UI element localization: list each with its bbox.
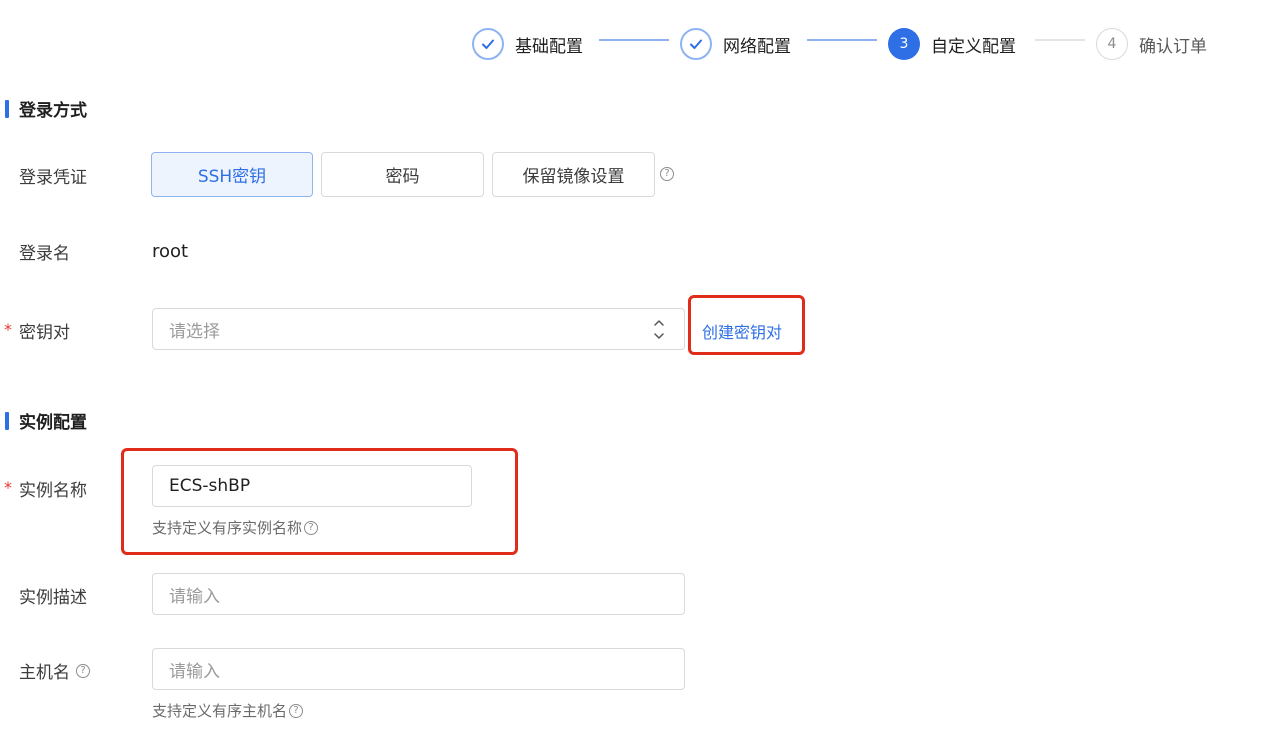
hostname-input[interactable]: 请输入 [152, 648, 685, 690]
section-accent-bar [5, 99, 9, 118]
section-accent-bar [5, 411, 9, 430]
step-connector [599, 39, 669, 41]
step-label: 基础配置 [515, 36, 583, 57]
step-label: 确认订单 [1139, 36, 1207, 57]
section-title: 登录方式 [19, 101, 87, 121]
step-number: 4 [1096, 28, 1128, 60]
step-connector [1035, 39, 1085, 41]
credential-option-ssh-key[interactable]: SSH密钥 [151, 152, 313, 197]
keypair-placeholder: 请选择 [169, 321, 220, 342]
instance-desc-label: 实例描述 [19, 588, 87, 608]
step-label: 网络配置 [723, 36, 791, 57]
hostname-hint: 支持定义有序主机名 ? [152, 700, 304, 721]
section-instance-config: 实例配置 [0, 408, 87, 433]
credential-option-keep-image[interactable]: 保留镜像设置 [492, 152, 655, 197]
hostname-label: 主机名 [19, 663, 70, 683]
step-network-config[interactable]: 网络配置 [680, 26, 791, 62]
hint-text: 支持定义有序主机名 [152, 702, 288, 720]
instance-name-label: 实例名称 [19, 481, 87, 501]
instance-desc-input[interactable]: 请输入 [152, 573, 685, 615]
chevron-up-down-icon [652, 315, 666, 348]
credential-label: 登录凭证 [19, 168, 87, 188]
question-circle-icon[interactable]: ? [289, 703, 304, 718]
hostname-label-row: 主机名 ? [19, 658, 90, 683]
question-circle-icon[interactable]: ? [660, 167, 674, 181]
instance-desc-placeholder: 请输入 [169, 586, 220, 607]
required-mark: * [4, 320, 12, 339]
login-name-label: 登录名 [19, 244, 70, 264]
step-connector [807, 39, 877, 41]
login-name-value: root [152, 241, 189, 262]
step-label: 自定义配置 [931, 36, 1016, 57]
section-login-method: 登录方式 [0, 96, 87, 121]
keypair-label: 密钥对 [19, 323, 70, 343]
highlight-box [688, 295, 805, 355]
step-basic-config[interactable]: 基础配置 [472, 26, 583, 62]
keypair-select[interactable]: 请选择 [152, 308, 685, 350]
step-confirm-order[interactable]: 4 确认订单 [1096, 26, 1207, 62]
hostname-placeholder: 请输入 [169, 661, 220, 682]
section-title: 实例配置 [19, 413, 87, 433]
required-mark: * [4, 478, 12, 497]
credential-option-password[interactable]: 密码 [321, 152, 484, 197]
stepper: 基础配置 网络配置 3 自定义配置 4 确认订单 [0, 26, 1280, 62]
step-number: 3 [888, 28, 920, 60]
highlight-box [121, 448, 518, 555]
check-icon [472, 28, 504, 60]
check-icon [680, 28, 712, 60]
step-custom-config[interactable]: 3 自定义配置 [888, 26, 1016, 62]
question-circle-icon[interactable]: ? [76, 663, 90, 678]
